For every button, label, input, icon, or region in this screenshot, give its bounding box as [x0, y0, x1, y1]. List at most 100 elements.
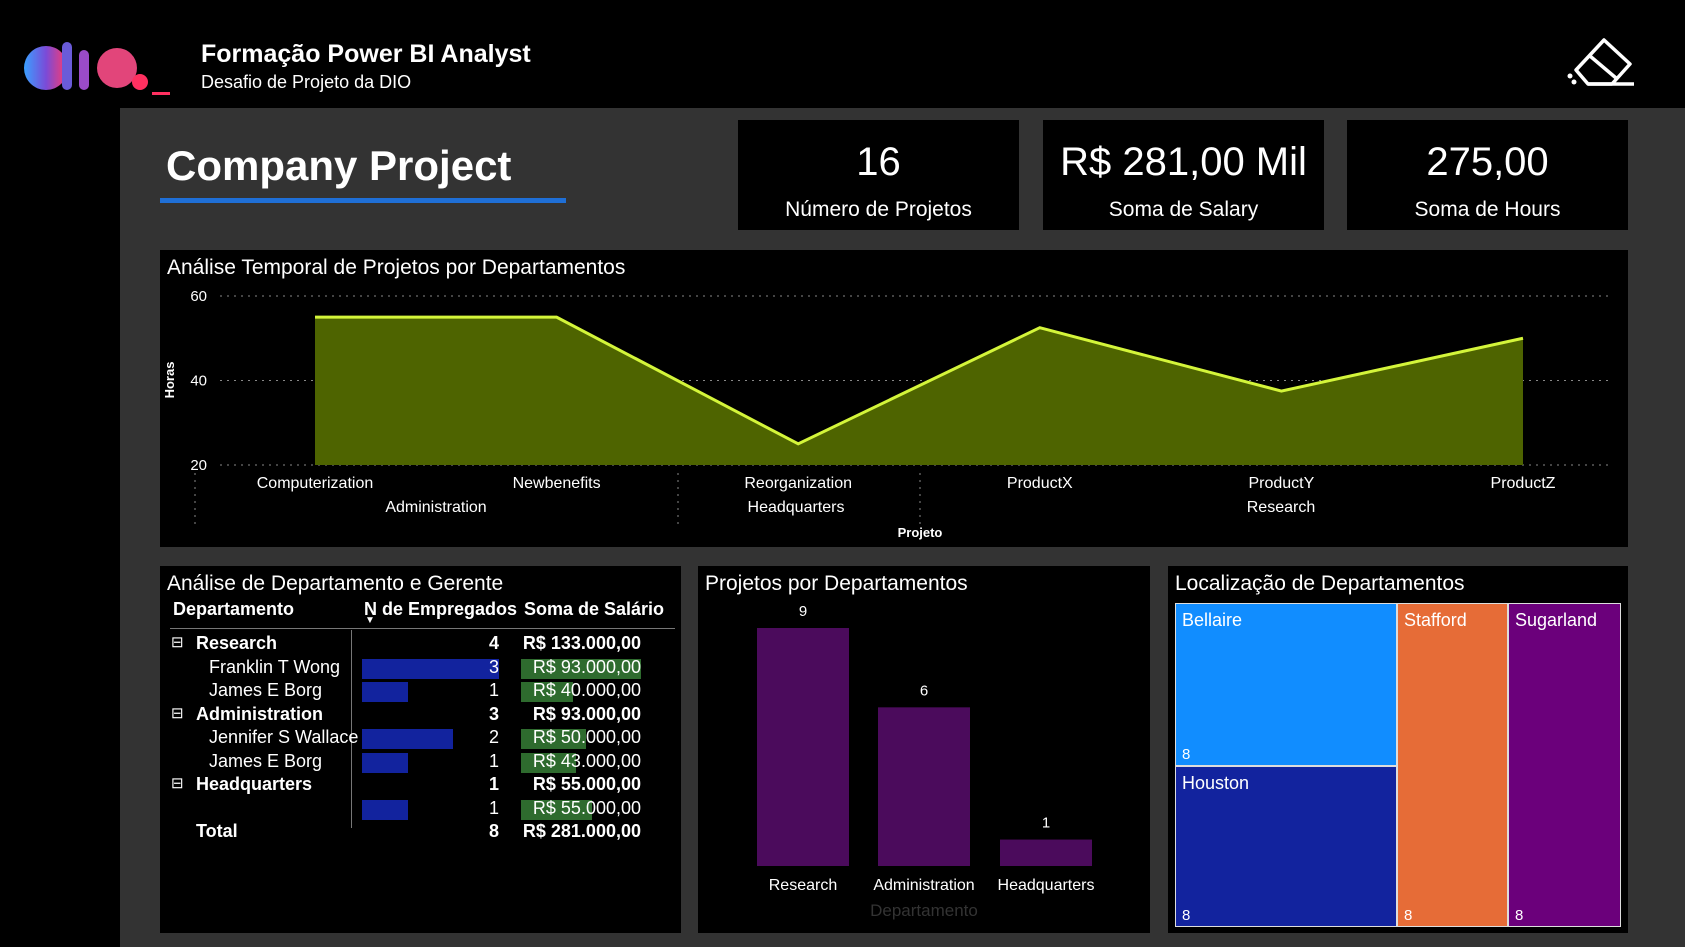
kpi-card-salary[interactable]: R$ 281,00 Mil Soma de Salary — [1043, 120, 1324, 230]
tile-value: 8 — [1182, 907, 1191, 924]
table-cell-salary: R$ 50.000,00 — [532, 727, 641, 747]
column-header[interactable]: Departamento — [173, 599, 294, 620]
tile-label: Houston — [1182, 773, 1250, 793]
x-tick-label: Reorganization — [744, 475, 852, 492]
count-databar — [362, 682, 408, 702]
report-frame: Formação Power BI Analyst Desafio de Pro… — [0, 0, 1685, 947]
kpi-label: Soma de Hours — [1414, 198, 1561, 221]
table-cell-salary: R$ 55.000,00 — [532, 797, 641, 818]
collapse-icon[interactable]: ⊟ — [171, 704, 184, 722]
tile-value: 8 — [1515, 907, 1524, 924]
x-group-label: Research — [1247, 499, 1315, 516]
x-tick-label: Newbenefits — [513, 475, 601, 492]
table-cell-count: 3 — [488, 656, 499, 677]
page-title: Company Project — [166, 142, 512, 189]
treemap-tile-sugarland[interactable]: Sugarland 8 — [1508, 603, 1621, 927]
y-axis-title: Horas — [162, 362, 177, 399]
left-sidebar — [0, 0, 120, 947]
column-header[interactable]: N de Empregados — [364, 599, 517, 620]
table-cell-salary: R$ 93.000,00 — [532, 703, 641, 724]
kpi-card-projects[interactable]: 16 Número de Projetos — [738, 120, 1019, 230]
count-databar — [362, 752, 408, 773]
x-group-label: Administration — [385, 499, 486, 516]
table-total-count: 8 — [488, 821, 499, 841]
treemap[interactable]: Bellaire 8 Houston 8 Stafford 8 Sugarland 8 — [1168, 566, 1628, 933]
x-tick-label: ProductY — [1248, 475, 1314, 492]
table-cell-count: 4 — [488, 633, 499, 653]
dept-table-card[interactable]: Análise de Departamento e Gerente Depart… — [160, 566, 681, 933]
x-tick-label: ProductZ — [1491, 475, 1556, 492]
bar-data-label: 6 — [920, 682, 928, 699]
bar — [757, 628, 849, 866]
kpi-value: 16 — [856, 140, 901, 184]
bar — [878, 707, 970, 866]
area-chart-card[interactable]: Análise Temporal de Projetos por Departa… — [160, 250, 1628, 547]
count-databar — [362, 658, 499, 679]
tile-label: Bellaire — [1182, 610, 1243, 630]
x-tick-label: Administration — [873, 877, 974, 894]
x-tick-label: Research — [769, 877, 837, 894]
y-tick-label: 40 — [190, 373, 207, 390]
kpi-value: R$ 281,00 Mil — [1060, 140, 1307, 184]
kpi-label: Número de Projetos — [785, 198, 972, 221]
treemap-tile-houston[interactable]: Houston 8 — [1175, 766, 1397, 927]
table-total-label: Total — [196, 821, 238, 841]
tile-label: Sugarland — [1515, 610, 1598, 630]
table-row-group[interactable]: Administration — [196, 704, 323, 725]
eraser-icon[interactable] — [1564, 32, 1636, 94]
table-cell-salary: R$ 93.000,00 — [532, 656, 641, 677]
treemap-tile-stafford[interactable]: Stafford 8 — [1397, 603, 1508, 927]
dio-logo — [24, 42, 170, 95]
report-header: Formação Power BI Analyst Desafio de Pro… — [0, 0, 1685, 108]
count-databar — [362, 799, 408, 820]
table-cell-count: 3 — [488, 703, 499, 724]
bar-data-label: 1 — [1042, 815, 1050, 832]
collapse-icon[interactable]: ⊟ — [171, 633, 184, 651]
y-tick-label: 60 — [190, 288, 207, 305]
treemap-tile-bellaire[interactable]: Bellaire 8 — [1175, 603, 1397, 766]
bar-data-label: 9 — [799, 603, 807, 620]
count-databar — [362, 729, 454, 749]
column-header[interactable]: Soma de Salário — [524, 599, 664, 620]
dept-table[interactable]: Departamento N de Empregados Soma de Salár… — [160, 566, 681, 933]
kpi-value: 275,00 — [1426, 140, 1549, 184]
table-cell-count: 2 — [488, 727, 499, 747]
table-row-manager[interactable]: James E Borg — [209, 680, 322, 701]
table-row-manager[interactable]: James E Borg — [209, 751, 322, 772]
table-cell-count: 1 — [488, 680, 499, 700]
table-cell-count: 1 — [488, 750, 499, 771]
bar-chart-card[interactable]: Projetos por Departamentos 9 Research 6 Adm… — [698, 566, 1150, 933]
tile-label: Stafford — [1404, 610, 1467, 630]
area-fill — [315, 317, 1523, 465]
sort-indicator-icon[interactable]: ▼ — [365, 615, 375, 626]
app-subtitle: Desafio de Projeto da DIO — [201, 72, 412, 92]
x-tick-label: ProductX — [1007, 475, 1073, 492]
collapse-icon[interactable]: ⊟ — [171, 774, 184, 792]
table-cell-salary: R$ 43.000,00 — [532, 750, 641, 771]
bar-chart[interactable]: 9 Research 6 Administration 1 Headquarters Dep… — [698, 566, 1150, 933]
tile-value: 8 — [1404, 907, 1413, 924]
treemap-card[interactable]: Localização de Departamentos Bellaire 8 Ho… — [1168, 566, 1628, 933]
table-cell-salary: R$ 40.000,00 — [532, 680, 641, 700]
x-axis-title: Projeto — [898, 525, 943, 540]
bar — [1000, 839, 1092, 866]
table-cell-count: 1 — [488, 774, 499, 794]
kpi-label: Soma de Salary — [1108, 198, 1259, 221]
table-row-group[interactable]: Headquarters — [196, 774, 312, 795]
table-row-manager[interactable]: Franklin T Wong — [209, 657, 340, 678]
y-tick-label: 20 — [190, 457, 207, 474]
table-row-manager[interactable]: Jennifer S Wallace — [209, 727, 358, 748]
table-cell-salary: R$ 55.000,00 — [532, 774, 641, 794]
tile-value: 8 — [1182, 746, 1191, 763]
table-cell-salary: R$ 133.000,00 — [522, 633, 641, 653]
kpi-card-hours[interactable]: 275,00 Soma de Hours — [1347, 120, 1628, 230]
x-tick-label: Headquarters — [998, 877, 1095, 894]
title-underline — [160, 198, 566, 203]
x-tick-label: Computerization — [257, 475, 374, 492]
table-row-group[interactable]: Research — [196, 633, 277, 654]
header-divider — [170, 628, 675, 629]
table-total-salary: R$ 281.000,00 — [522, 821, 641, 841]
x-axis-title: Departamento — [870, 901, 978, 920]
area-chart[interactable]: 60 40 20 Computerization Newbenefits Reorgani… — [160, 250, 1628, 547]
table-cell-count: 1 — [488, 797, 499, 818]
